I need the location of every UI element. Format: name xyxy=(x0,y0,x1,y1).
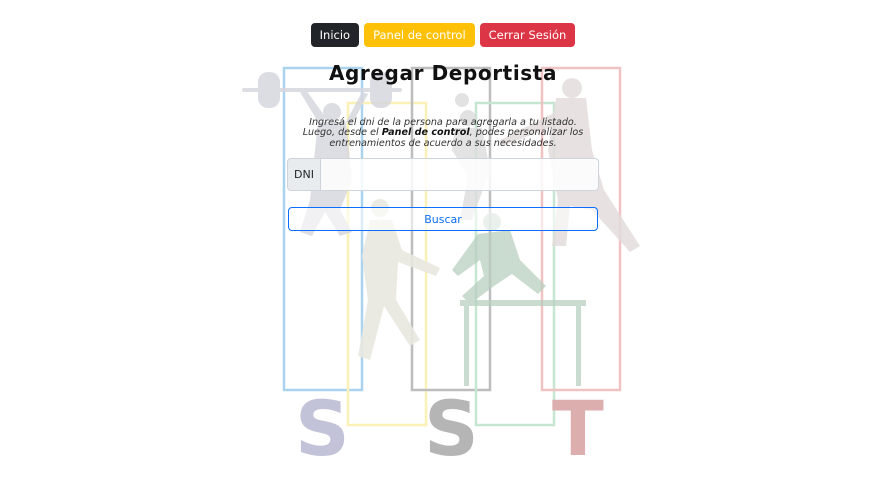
logo-letter-s2: S xyxy=(424,384,479,473)
description-bold-link-text: Panel de control xyxy=(381,127,470,139)
page-description: Ingresá el dni de la persona para agrega… xyxy=(300,117,586,150)
control-panel-button[interactable]: Panel de control xyxy=(364,23,475,47)
dni-input-group: DNI xyxy=(287,158,599,191)
page-title: Agregar Deportista xyxy=(328,61,558,85)
logout-button[interactable]: Cerrar Sesión xyxy=(479,23,576,47)
search-button[interactable]: Buscar xyxy=(288,207,598,231)
top-nav: Inicio Panel de control Cerrar Sesión xyxy=(0,23,886,47)
logo-letter-s1: S xyxy=(295,384,350,473)
volleyball-silhouette xyxy=(452,93,490,220)
logo-letter-t: T xyxy=(552,384,604,473)
dni-label: DNI xyxy=(287,158,321,191)
dni-input[interactable] xyxy=(321,158,599,191)
home-button[interactable]: Inicio xyxy=(310,23,360,47)
